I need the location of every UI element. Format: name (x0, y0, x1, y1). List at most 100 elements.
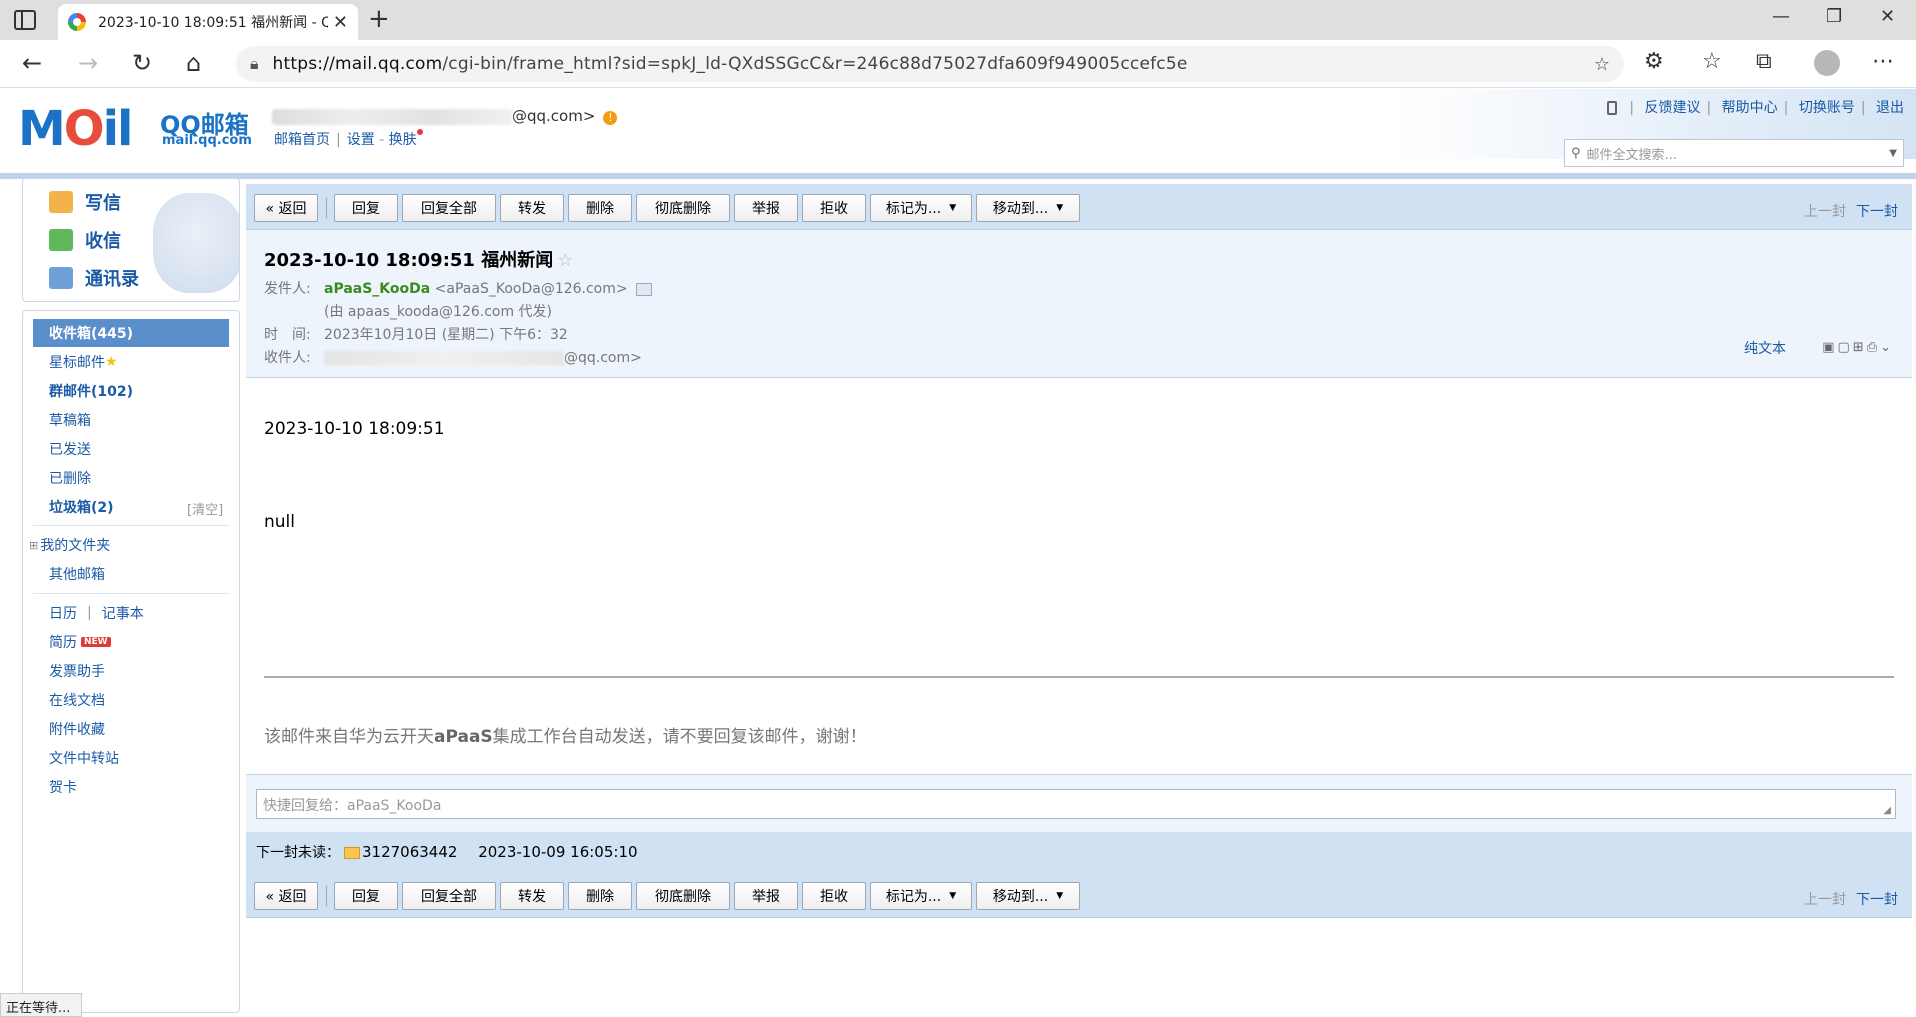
forward-button[interactable]: 转发 (500, 194, 564, 222)
delete-forever-button[interactable]: 彻底删除 (636, 882, 730, 910)
warning-icon[interactable]: ! (603, 111, 618, 125)
app-transfer[interactable]: 文件中转站 (49, 745, 119, 771)
redacted-account (272, 108, 512, 125)
folder-panel: 收件箱(445) 星标邮件 ★ 群邮件(102) 草稿箱 已发送 已删除 垃圾箱(… (22, 310, 240, 1013)
move-to-dropdown[interactable]: 移动到... ▼ (976, 882, 1080, 910)
settings-link[interactable]: 设置 (347, 132, 375, 148)
active-tab[interactable]: 2023-10-10 18:09:51 福州新闻 - Q ✕ (58, 4, 358, 40)
next-mail-link[interactable]: 下一封 (1856, 204, 1898, 220)
reply-all-button[interactable]: 回复全部 (402, 194, 496, 222)
app-attachments[interactable]: 附件收藏 (49, 716, 105, 742)
mark-as-dropdown[interactable]: 标记为... ▼ (870, 882, 972, 910)
contact-card-icon[interactable] (635, 282, 652, 296)
star-outline-icon[interactable]: ☆ (557, 250, 573, 271)
window-close-icon[interactable]: ✕ (1880, 6, 1895, 27)
folder-starred[interactable]: 星标邮件 ★ (49, 349, 118, 375)
reply-all-button[interactable]: 回复全部 (402, 882, 496, 910)
plain-text-link[interactable]: 纯文本 (1744, 338, 1786, 358)
report-button[interactable]: 举报 (734, 882, 798, 910)
folder-drafts[interactable]: 草稿箱 (49, 407, 91, 433)
notification-dot (416, 129, 423, 135)
logout-link[interactable]: 退出 (1876, 100, 1904, 116)
next-unread-sender[interactable]: 3127063442 (362, 843, 457, 861)
folder-other-mail[interactable]: 其他邮箱 (49, 561, 105, 587)
delete-button[interactable]: 删除 (568, 882, 632, 910)
folder-inbox[interactable]: 收件箱(445) (49, 320, 133, 346)
phone-icon[interactable] (1607, 101, 1618, 115)
report-button[interactable]: 举报 (734, 194, 798, 222)
reject-button[interactable]: 拒收 (802, 194, 866, 222)
quick-reply-input[interactable]: 快捷回复给：aPaaS_KooDa ◢ (256, 789, 1896, 819)
notes-link[interactable]: 记事本 (102, 603, 144, 623)
delete-forever-button[interactable]: 彻底删除 (636, 194, 730, 222)
browser-tab-bar: 2023-10-10 18:09:51 福州新闻 - Q ✕ + — ❐ ✕ (0, 0, 1916, 40)
calendar-link[interactable]: 日历 (49, 603, 77, 623)
back-arrow-icon[interactable]: ← (22, 49, 42, 77)
folder-group[interactable]: 群邮件(102) (49, 378, 133, 404)
view-options-icons[interactable]: ▣▢⊞⎙⌄ (1822, 340, 1894, 355)
expand-icon[interactable]: ⊞ (29, 539, 38, 552)
minimize-icon[interactable]: — (1772, 6, 1790, 27)
reject-button[interactable]: 拒收 (802, 882, 866, 910)
skin-link[interactable]: 换肤 (389, 132, 417, 148)
tab-actions-icon[interactable] (14, 10, 36, 30)
mail-header: MOil QQ邮箱 mail.qq.com @qq.com>! 邮箱首页 | 设置 … (0, 89, 1916, 177)
profile-avatar[interactable] (1814, 50, 1840, 76)
app-resume[interactable]: 简历 NEW (49, 629, 111, 655)
quick-reply-area: 快捷回复给：aPaaS_KooDa ◢ (246, 774, 1912, 832)
envelope-icon (344, 846, 360, 859)
prev-mail-link[interactable]: 上一封 (1804, 204, 1846, 220)
my-folders[interactable]: ⊞ 我的文件夹 (29, 532, 110, 558)
next-mail-link[interactable]: 下一封 (1856, 892, 1898, 908)
folder-deleted[interactable]: 已删除 (49, 465, 91, 491)
next-unread-bar: 下一封未读： 3127063442 2023-10-09 16:05:10 (246, 832, 1912, 872)
app-invoice[interactable]: 发票助手 (49, 658, 105, 684)
mail-logo[interactable]: MOil (18, 101, 133, 157)
new-tab-icon[interactable]: + (368, 4, 390, 34)
back-button[interactable]: « 返回 (254, 882, 318, 910)
help-link[interactable]: 帮助中心 (1722, 100, 1778, 116)
sender-address: <aPaaS_KooDa@126.com> (434, 281, 628, 297)
extensions-icon[interactable]: ⚙ (1644, 49, 1664, 74)
restore-icon[interactable]: ❐ (1826, 6, 1842, 27)
home-link[interactable]: 邮箱首页 (274, 132, 330, 148)
feedback-link[interactable]: 反馈建议 (1644, 100, 1700, 116)
search-dropdown-icon[interactable]: ▼ (1889, 148, 1897, 159)
app-cards[interactable]: 贺卡 (49, 774, 77, 800)
move-to-dropdown[interactable]: 移动到... ▼ (976, 194, 1080, 222)
favorites-icon[interactable]: ☆ (1702, 49, 1722, 74)
address-bar[interactable]: 🔒︎ https://mail.qq.com/cgi-bin/frame_htm… (236, 46, 1624, 82)
app-docs[interactable]: 在线文档 (49, 687, 105, 713)
delete-button[interactable]: 删除 (568, 194, 632, 222)
contacts-icon (49, 267, 73, 289)
from-row: 发件人: aPaaS_KooDa <aPaaS_KooDa@126.com> (264, 278, 652, 298)
switch-account-link[interactable]: 切换账号 (1799, 100, 1855, 116)
mail-search-input[interactable]: ⚲ 邮件全文搜索... ▼ (1564, 139, 1904, 167)
next-unread-time[interactable]: 2023-10-09 16:05:10 (478, 843, 637, 861)
more-menu-icon[interactable]: ⋯ (1872, 49, 1894, 74)
folder-junk[interactable]: 垃圾箱(2) (49, 494, 114, 520)
refresh-icon[interactable]: ↻ (132, 49, 152, 77)
clear-junk-link[interactable]: [清空] (187, 499, 223, 518)
reply-button[interactable]: 回复 (334, 194, 398, 222)
account-address: @qq.com>! (272, 107, 618, 125)
folder-sent[interactable]: 已发送 (49, 436, 91, 462)
receive-button[interactable]: 收信 (49, 225, 121, 255)
resize-grip-icon[interactable]: ◢ (1883, 805, 1891, 816)
favorite-add-icon[interactable]: ☆ (1594, 54, 1610, 75)
prev-mail-link[interactable]: 上一封 (1804, 892, 1846, 908)
tab-close-icon[interactable]: ✕ (333, 12, 348, 33)
logo-site-text: mail.qq.com (162, 133, 252, 148)
contacts-button[interactable]: 通讯录 (49, 263, 139, 293)
header-links: 邮箱首页 | 设置 - 换肤 (274, 129, 423, 149)
home-icon[interactable]: ⌂ (186, 49, 201, 77)
sender-name[interactable]: aPaaS_KooDa (324, 281, 430, 297)
compose-button[interactable]: 写信 (49, 187, 121, 217)
forward-button[interactable]: 转发 (500, 882, 564, 910)
back-button[interactable]: « 返回 (254, 194, 318, 222)
forward-arrow-icon[interactable]: → (78, 49, 98, 77)
collections-icon[interactable]: ⧉ (1756, 49, 1772, 74)
lock-icon[interactable]: 🔒︎ (250, 54, 259, 74)
reply-button[interactable]: 回复 (334, 882, 398, 910)
mark-as-dropdown[interactable]: 标记为... ▼ (870, 194, 972, 222)
